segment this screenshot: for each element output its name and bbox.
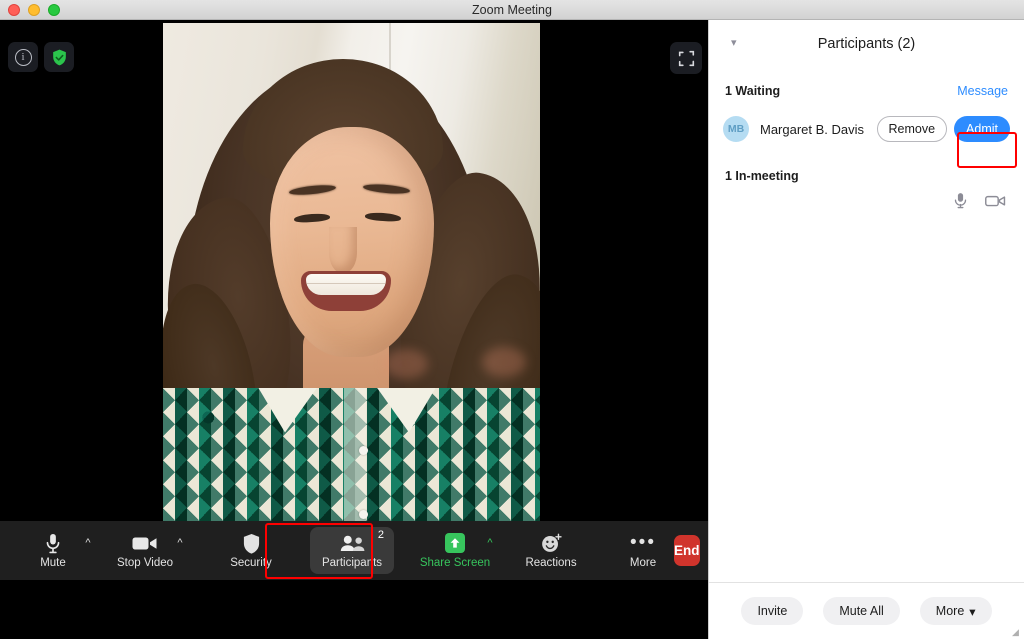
window-title-bar: Zoom Meeting (0, 0, 1024, 20)
people-icon (339, 532, 366, 554)
toolbar-label-security: Security (230, 557, 272, 569)
subject-mouth (301, 271, 391, 311)
meeting-info-button[interactable]: i (8, 42, 38, 72)
participants-panel-header: ▾ Participants (2) (709, 20, 1024, 68)
avatar: MB (723, 116, 749, 142)
participants-panel: ▾ Participants (2) 1 Waiting Message MB … (708, 20, 1024, 639)
resize-grip[interactable]: ◢ (1012, 627, 1022, 637)
video-camera-icon (132, 532, 158, 554)
toolbar-button-reactions[interactable]: Reactions (520, 527, 582, 574)
share-options-chevron-icon[interactable]: ^ (484, 537, 496, 549)
toolbar-label-stop-video: Stop Video (116, 557, 174, 569)
participants-panel-footer: Invite Mute All More ▾ (709, 582, 1024, 639)
toolbar-button-security[interactable]: Security (220, 527, 282, 574)
stage-top-controls: i (8, 42, 74, 72)
traffic-light-controls (0, 3, 60, 16)
subject-teeth (306, 274, 386, 295)
chevron-down-icon: ▾ (969, 604, 976, 619)
participant-name: Margaret B. Davis (760, 121, 865, 137)
shirt-button (359, 510, 369, 519)
close-window-button[interactable] (8, 3, 20, 16)
fullscreen-button[interactable] (670, 42, 702, 74)
waiting-room-section-header: 1 Waiting Message (709, 78, 1024, 104)
message-waiting-link[interactable]: Message (957, 84, 1008, 98)
reactions-icon (540, 532, 563, 554)
invite-button[interactable]: Invite (741, 597, 804, 625)
subject-nose (329, 227, 357, 273)
shield-icon (242, 532, 261, 554)
ellipsis-icon: ••• (630, 532, 656, 553)
in-meeting-participant-row[interactable] (709, 188, 1024, 218)
participants-panel-title: Participants (2) (817, 36, 916, 52)
toolbar-label-more: More (629, 557, 657, 569)
toolbar-button-participants[interactable]: 2 Participants (310, 527, 394, 574)
end-meeting-button[interactable]: End (674, 535, 700, 566)
fullscreen-icon (678, 50, 694, 66)
admit-participant-button[interactable]: Admit (954, 116, 1010, 142)
in-meeting-count-label: 1 In-meeting (725, 169, 799, 183)
minimize-window-button[interactable] (28, 3, 40, 16)
video-camera-icon[interactable] (985, 194, 1006, 213)
toolbar-button-share-screen[interactable]: Share Screen ^ (420, 527, 493, 574)
subject-cheek-left (384, 349, 428, 379)
share-screen-icon (443, 532, 467, 554)
microphone-icon[interactable] (954, 192, 967, 214)
toolbar-label-participants: Participants (321, 557, 383, 569)
toolbar-button-mute[interactable]: Mute ^ (22, 527, 91, 574)
subject-cheek-right (482, 347, 526, 377)
meeting-stage: i Mute ^ Stop Video ^ Security 2 Partici… (0, 20, 708, 580)
in-meeting-participant-list (709, 218, 1024, 582)
panel-more-button[interactable]: More ▾ (919, 597, 992, 625)
toolbar-button-stop-video[interactable]: Stop Video ^ (114, 527, 183, 574)
toolbar-label-reactions: Reactions (525, 557, 577, 569)
remove-participant-button[interactable]: Remove (876, 116, 948, 142)
in-meeting-section-header: 1 In-meeting (709, 164, 1024, 188)
waiting-count-label: 1 Waiting (725, 84, 781, 98)
toolbar-button-more[interactable]: ••• More (612, 527, 674, 574)
green-shield-check-icon (52, 49, 66, 65)
chevron-down-icon[interactable]: ▾ (731, 36, 737, 49)
mute-all-button[interactable]: Mute All (823, 597, 900, 625)
panel-more-label: More (935, 604, 965, 618)
toolbar-label-share-screen: Share Screen (419, 557, 491, 569)
shirt-button (359, 446, 369, 455)
meeting-toolbar: Mute ^ Stop Video ^ Security 2 Participa… (0, 521, 708, 580)
video-options-chevron-icon[interactable]: ^ (174, 537, 186, 549)
mute-options-chevron-icon[interactable]: ^ (82, 537, 94, 549)
maximize-window-button[interactable] (48, 3, 60, 16)
waiting-participant-row[interactable]: MB Margaret B. Davis Remove Admit (709, 108, 1024, 150)
active-speaker-video-tile[interactable] (163, 23, 540, 580)
participants-count-badge: 2 (377, 529, 384, 541)
microphone-icon (45, 532, 61, 554)
info-icon: i (14, 48, 32, 66)
toolbar-label-mute: Mute (40, 557, 66, 569)
window-title: Zoom Meeting (472, 2, 552, 17)
encryption-status-button[interactable] (44, 42, 74, 72)
